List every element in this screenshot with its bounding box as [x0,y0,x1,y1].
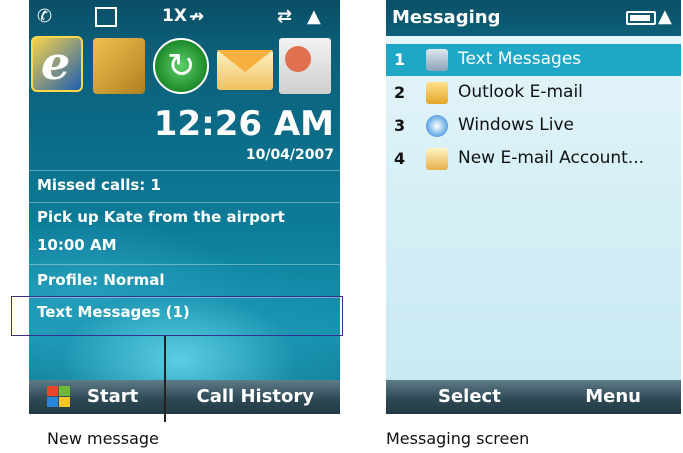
messaging-icon[interactable] [217,50,273,90]
1x-icon: 1X [162,6,187,26]
list-item-windows-live[interactable]: 3 Windows Live [386,110,681,142]
signal-icon: ▲ [307,6,321,27]
right-caption: Messaging screen [386,429,530,448]
item-label: Outlook E-mail [458,82,583,102]
call-history-softkey[interactable]: Call History [197,386,315,407]
list-item-text-messages[interactable]: 1 Text Messages [386,44,681,76]
item-number: 2 [394,83,406,102]
select-softkey[interactable]: Select [438,386,501,407]
date: 10/04/2007 [245,147,334,163]
battery-icon [626,11,656,25]
today-screen: ✆ 1X ↛ ⇄ ▲ e ↻ 12:26 AM 10/04/2007 Misse… [29,0,340,414]
left-caption: New message [47,429,159,448]
settings-icon[interactable] [93,38,145,94]
list-item-outlook-email[interactable]: 2 Outlook E-mail [386,77,681,109]
app-icon-bar: e ↻ [29,36,340,96]
item-number: 3 [394,116,406,135]
divider [29,170,340,171]
no-data-icon: ↛ [189,6,205,27]
phone-call-icon: ✆ [37,6,53,27]
soft-key-bar: Start Call History [29,380,340,414]
new-email-icon [426,148,448,170]
sim-icon [95,7,117,27]
start-softkey[interactable]: Start [87,386,138,407]
new-message-callout-box [11,296,343,336]
item-label: New E-mail Account... [458,148,645,168]
soft-key-bar: Select Menu [386,380,681,414]
internet-explorer-icon[interactable]: e [31,36,83,92]
sms-icon [426,49,448,71]
windows-live-icon [426,115,448,137]
screen-title: Messaging [392,7,501,28]
windows-start-icon [47,386,71,408]
item-number: 4 [394,149,406,168]
divider [29,202,340,203]
item-label: Text Messages [458,49,582,69]
divider [29,264,340,265]
messaging-screen: Messaging ▲ 1 Text Messages 2 Outlook E-… [386,0,681,414]
clock: 12:26 AM [153,104,334,144]
item-number: 1 [394,50,406,69]
profile-item[interactable]: Profile: Normal [37,271,165,289]
contacts-icon[interactable] [279,38,331,94]
title-bar: Messaging ▲ [386,0,681,36]
appointment-item[interactable]: Pick up Kate from the airport [37,208,285,226]
callout-pointer-line [164,336,166,422]
signal-icon: ▲ [658,6,672,27]
outlook-icon [426,82,448,104]
activesync-icon[interactable]: ↻ [153,38,209,94]
status-bar[interactable]: ✆ 1X ↛ ⇄ ▲ [29,0,340,36]
menu-softkey[interactable]: Menu [585,386,641,407]
item-label: Windows Live [458,115,575,135]
list-item-new-email-account[interactable]: 4 New E-mail Account... [386,143,681,175]
appointment-time: 10:00 AM [37,236,117,254]
missed-calls-item[interactable]: Missed calls: 1 [37,176,161,194]
sync-icon: ⇄ [277,6,293,27]
